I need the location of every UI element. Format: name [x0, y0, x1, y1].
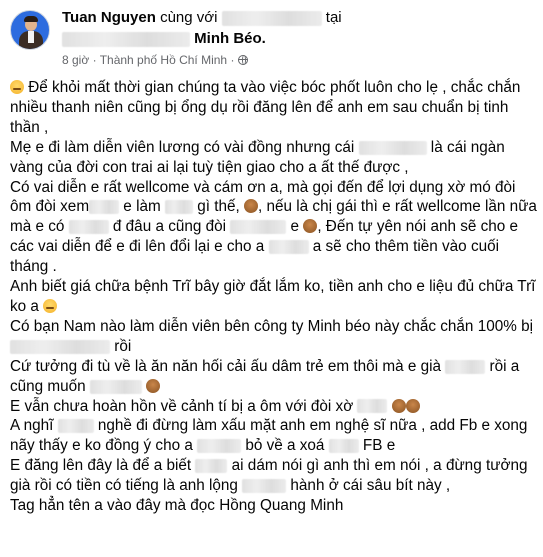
post-text: Cứ tưởng đi tù về là ăn năn hối cải ấu d… [10, 357, 446, 375]
post-text: bỏ về a xoá [241, 437, 329, 455]
post-text: A nghĩ [10, 417, 58, 435]
redacted-word [57, 419, 94, 434]
with-text: cùng với [160, 9, 218, 26]
redacted-word [164, 200, 193, 215]
post-time[interactable]: 8 giờ [62, 53, 89, 67]
post-text: đ đâu a cũng đòi [108, 218, 231, 236]
post-text: Tag hẳn tên a vào đây mà đọc Hồng Quang … [10, 497, 344, 515]
redacted-tag [221, 10, 322, 26]
post-text: rồi [110, 337, 132, 355]
post-text: e làm [119, 198, 165, 216]
globe-icon[interactable] [237, 55, 248, 65]
post-text: Mẹ e đi làm diễn viên lương có vài đồng … [10, 138, 359, 156]
post-paragraph: Tag hẳn tên a vào đây mà đọc Hồng Quang … [10, 496, 538, 516]
redacted-word [357, 399, 388, 414]
post-text: hành ở cái sâu bít này , [286, 477, 451, 495]
face-emoji-icon [244, 199, 258, 214]
post-paragraph: A nghĩ nghề đi đừng làm xấu mặt anh em n… [10, 416, 538, 456]
post-paragraph: Cứ tưởng đi tù về là ăn năn hối cải ấu d… [10, 357, 538, 397]
post-paragraph: E đăng lên đây là để a biết ai dám nói g… [10, 456, 538, 496]
post-body: Để khỏi mất thời gian chúng ta vào việc … [10, 78, 538, 516]
face-emoji-icon [391, 398, 406, 413]
avatar[interactable] [10, 10, 50, 50]
redacted-word [242, 479, 287, 494]
redacted-word [195, 459, 228, 474]
author-name[interactable]: Tuan Nguyen [62, 9, 156, 26]
redacted-word [68, 220, 109, 235]
redacted-word [328, 439, 359, 454]
post-location[interactable]: Thành phố Hồ Chí Minh [100, 53, 227, 67]
redacted-word [358, 140, 427, 155]
redacted-word [445, 359, 486, 374]
post-paragraph: Để khỏi mất thời gian chúng ta vào việc … [10, 78, 538, 138]
face-emoji-icon [146, 378, 161, 393]
post-text: E vẫn chưa hoàn hồn về cảnh tí bị a ôm v… [10, 397, 358, 415]
redacted-word [10, 339, 110, 354]
face-emoji-icon [303, 219, 318, 234]
post-paragraph: Có vai diễn e rất wellcome và cám ơn a, … [10, 178, 538, 278]
face-emoji-icon [405, 398, 420, 413]
sweat-emoji-icon [43, 298, 58, 313]
redacted-word [268, 240, 309, 255]
redacted-word [230, 220, 287, 235]
post-text: gì thế, [192, 198, 244, 216]
sweat-emoji-icon [10, 80, 24, 94]
post-text: FB e [358, 437, 396, 455]
post-meta: 8 giờ · Thành phố Hồ Chí Minh · [62, 53, 248, 67]
post-text: Anh biết giá chữa bệnh Trĩ bây giờ đắt l… [10, 278, 536, 315]
post-place-line: Minh Béo. [62, 30, 266, 47]
meta-separator: · [92, 53, 97, 67]
post-text: Có bạn Nam nào làm diễn viên bên công ty… [10, 317, 533, 335]
meta-separator-2: · [230, 53, 235, 67]
post-text: Để khỏi mất thời gian chúng ta vào việc … [10, 79, 521, 136]
at-text: tại [325, 9, 342, 26]
redacted-word [89, 200, 120, 215]
post-text: E đăng lên đây là để a biết [10, 457, 196, 475]
post-header: Tuan Nguyen cùng với tại Minh Béo. 8 giờ… [0, 0, 543, 72]
post-paragraph: Anh biết giá chữa bệnh Trĩ bây giờ đắt l… [10, 277, 538, 317]
post-author-line: Tuan Nguyen cùng với tại [62, 9, 342, 26]
place-name[interactable]: Minh Béo. [194, 30, 266, 47]
post-paragraph: Mẹ e đi làm diễn viên lương có vài đồng … [10, 138, 538, 178]
redacted-word [197, 439, 242, 454]
post-paragraph: Có bạn Nam nào làm diễn viên bên công ty… [10, 317, 538, 357]
post-paragraph: E vẫn chưa hoàn hồn về cảnh tí bị a ôm v… [10, 397, 538, 417]
post-text: e [286, 218, 304, 236]
redacted-word [89, 379, 142, 394]
redacted-place [62, 31, 190, 47]
